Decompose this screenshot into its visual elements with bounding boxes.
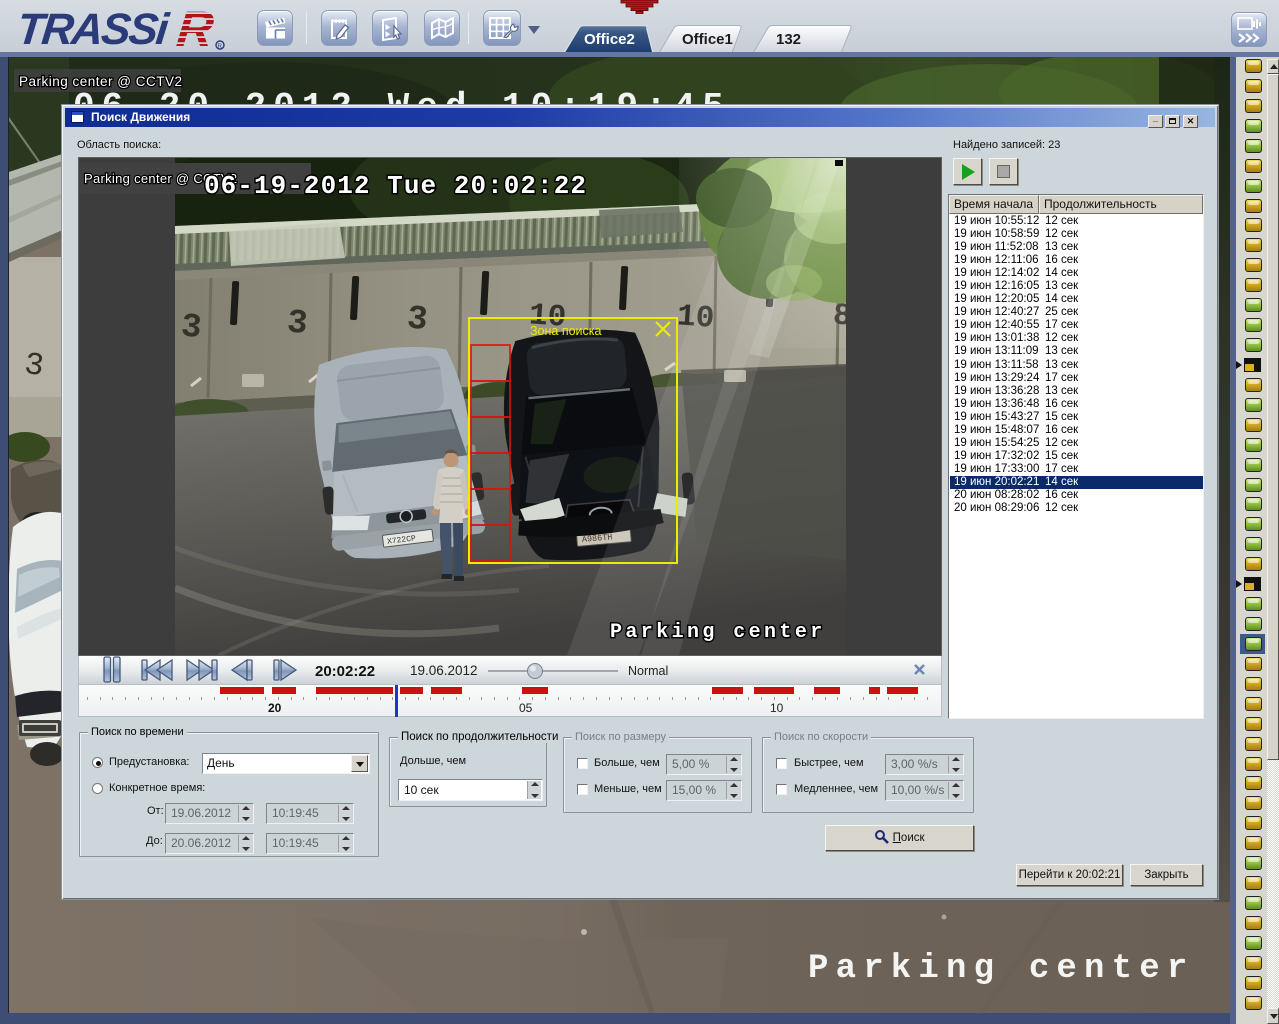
svg-text:TRASSi: TRASSi [15,5,173,52]
svg-text:Зона поиска: Зона поиска [530,324,602,338]
svg-text:06-19-2012 Tue 20:02:22: 06-19-2012 Tue 20:02:22 [204,171,587,201]
svg-text:R: R [174,2,216,52]
svg-text:R: R [218,44,223,50]
svg-text:19.06.2012: 19.06.2012 [410,663,478,678]
svg-text:20:02:22: 20:02:22 [315,663,375,680]
svg-text:3: 3 [405,300,429,340]
svg-text:Office2: Office2 [584,31,635,48]
svg-text:3: 3 [179,308,203,348]
svg-text:Normal: Normal [628,664,668,678]
svg-text:Parking center: Parking center [610,621,826,644]
svg-text:132: 132 [776,31,801,48]
svg-text:Parking center @ CCTV2: Parking center @ CCTV2 [19,74,183,89]
svg-text:Parking center: Parking center [808,950,1194,988]
svg-text:Office1: Office1 [682,31,733,48]
svg-text:3: 3 [285,304,309,344]
